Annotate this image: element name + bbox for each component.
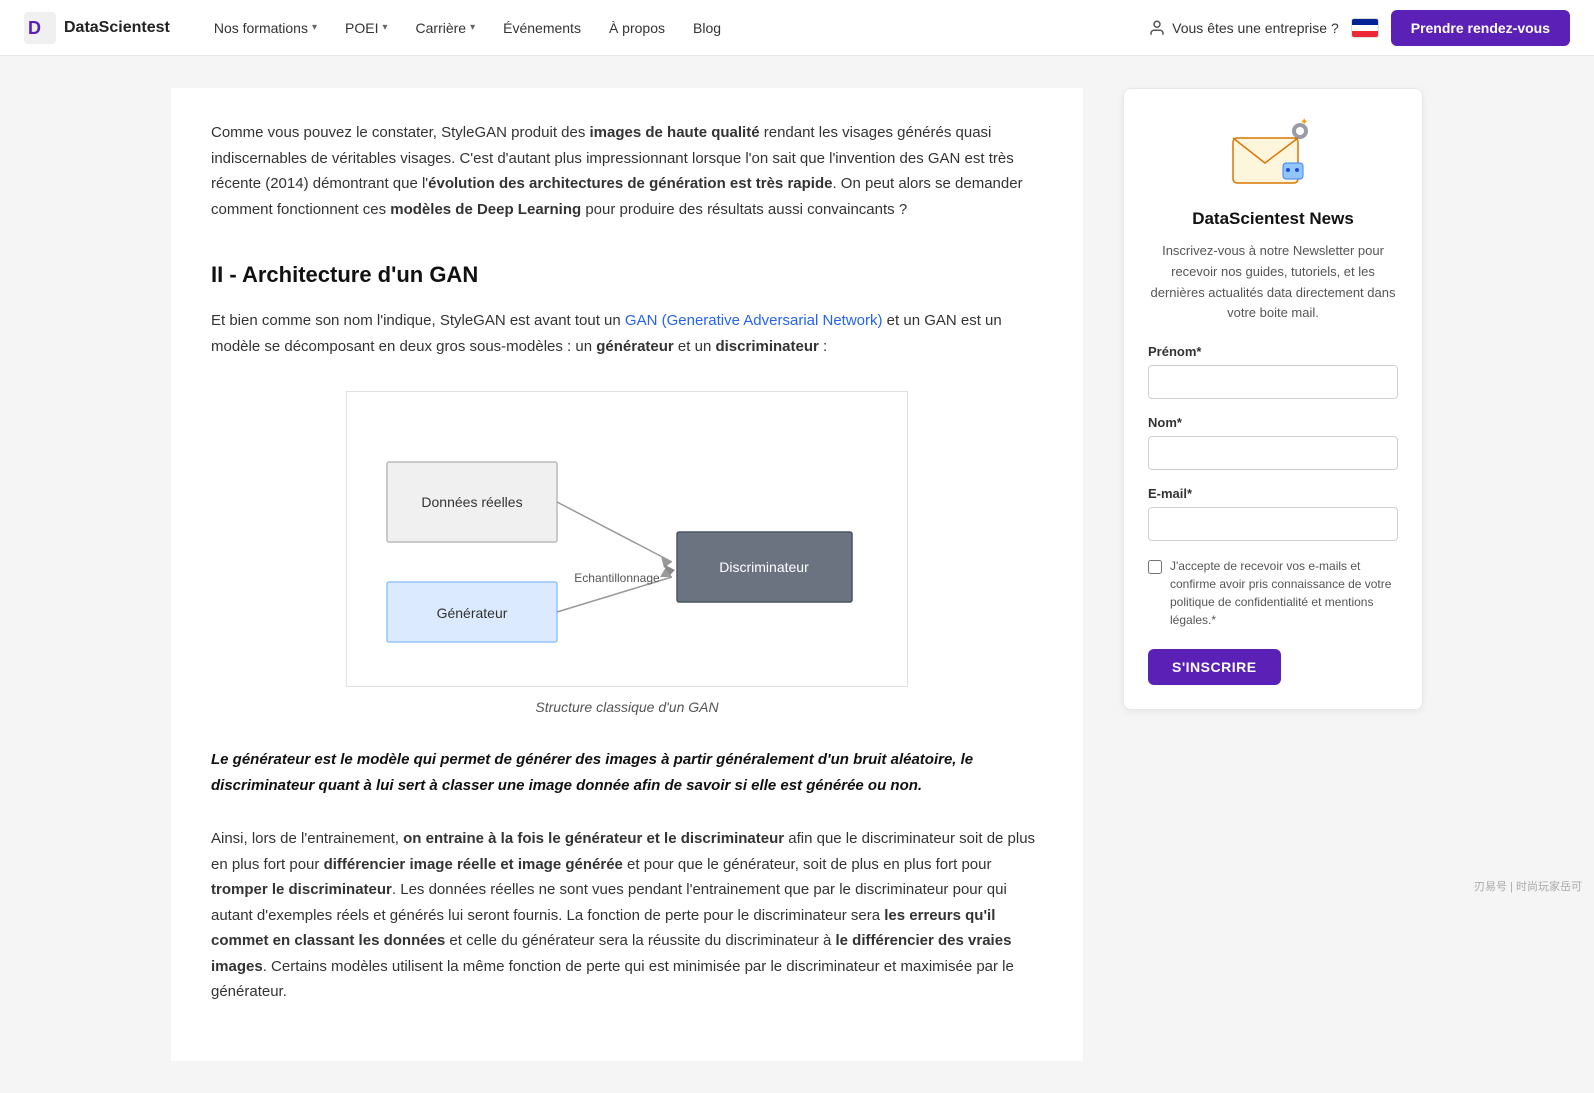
chevron-down-icon: ▾: [312, 22, 317, 33]
logo[interactable]: D DataScientest: [24, 12, 170, 44]
conclusion-paragraph: Ainsi, lors de l'entrainement, on entrai…: [211, 826, 1043, 1005]
intro-paragraph: Comme vous pouvez le constater, StyleGAN…: [211, 120, 1043, 222]
section-paragraph: Et bien comme son nom l'indique, StyleGA…: [211, 308, 1043, 359]
main-content: Comme vous pouvez le constater, StyleGAN…: [171, 88, 1083, 1061]
nav-item-formations-label: Nos formations: [214, 20, 308, 36]
consent-label: J'accepte de recevoir vos e-mails et con…: [1170, 557, 1398, 629]
page-layout: Comme vous pouvez le constater, StyleGAN…: [147, 56, 1447, 1093]
nav-item-apropos-label: À propos: [609, 20, 665, 36]
logo-text: DataScientest: [64, 19, 170, 37]
newsletter-description: Inscrivez-vous à notre Newsletter pour r…: [1148, 241, 1398, 324]
enterprise-label: Vous êtes une entreprise ?: [1172, 20, 1339, 36]
checkbox-row: J'accepte de recevoir vos e-mails et con…: [1148, 557, 1398, 629]
prenom-field: Prénom*: [1148, 344, 1398, 399]
nav-links: Nos formations ▾ POEI ▾ Carrière ▾ Événe…: [202, 12, 1148, 44]
nav-right: Vous êtes une entreprise ? Prendre rende…: [1148, 10, 1570, 46]
nav-item-blog[interactable]: Blog: [681, 12, 733, 44]
navbar: D DataScientest Nos formations ▾ POEI ▾ …: [0, 0, 1594, 56]
svg-text:✦: ✦: [1300, 117, 1308, 128]
nav-item-blog-label: Blog: [693, 20, 721, 36]
nav-item-evenements-label: Événements: [503, 20, 581, 36]
gan-link[interactable]: GAN (Generative Adversarial Network): [625, 312, 883, 329]
newsletter-icon: ✦: [1228, 113, 1318, 193]
svg-text:Discriminateur: Discriminateur: [719, 559, 809, 575]
svg-text:D: D: [28, 18, 41, 38]
nav-item-carriere-label: Carrière: [416, 20, 467, 36]
nav-item-formations[interactable]: Nos formations ▾: [202, 12, 329, 44]
watermark: 刃易号 | 时尚玩家岳可: [1474, 878, 1582, 894]
enterprise-icon: [1148, 19, 1166, 37]
blockquote: Le générateur est le modèle qui permet d…: [211, 747, 1043, 798]
diagram-wrapper: Données réelles Générateur Discriminateu…: [346, 391, 908, 687]
email-label: E-mail*: [1148, 486, 1398, 501]
nom-input[interactable]: [1148, 436, 1398, 470]
nav-item-poei[interactable]: POEI ▾: [333, 12, 400, 44]
subscribe-button[interactable]: S'INSCRIRE: [1148, 649, 1281, 685]
nav-item-poei-label: POEI: [345, 20, 378, 36]
nom-label: Nom*: [1148, 415, 1398, 430]
nav-item-evenements[interactable]: Événements: [491, 12, 593, 44]
diagram-caption: Structure classique d'un GAN: [535, 699, 718, 715]
newsletter-title: DataScientest News: [1148, 209, 1398, 229]
cta-button[interactable]: Prendre rendez-vous: [1391, 10, 1570, 46]
diagram-container: Données réelles Générateur Discriminateu…: [211, 391, 1043, 715]
consent-checkbox[interactable]: [1148, 560, 1162, 574]
nav-item-apropos[interactable]: À propos: [597, 12, 677, 44]
sidebar: ✦ DataScientest News Inscrivez-vous à no…: [1123, 88, 1423, 710]
section-heading: II - Architecture d'un GAN: [211, 262, 1043, 288]
svg-text:Echantillonnage: Echantillonnage: [574, 571, 660, 585]
nav-item-carriere[interactable]: Carrière ▾: [404, 12, 488, 44]
enterprise-link[interactable]: Vous êtes une entreprise ?: [1148, 19, 1339, 37]
chevron-down-icon: ▾: [470, 22, 475, 33]
svg-text:Générateur: Générateur: [437, 605, 508, 621]
email-input[interactable]: [1148, 507, 1398, 541]
newsletter-card: ✦ DataScientest News Inscrivez-vous à no…: [1123, 88, 1423, 710]
flag-red: [1352, 31, 1378, 37]
email-field: E-mail*: [1148, 486, 1398, 541]
french-flag[interactable]: [1351, 18, 1379, 38]
prenom-input[interactable]: [1148, 365, 1398, 399]
svg-text:Données réelles: Données réelles: [421, 494, 522, 510]
chevron-down-icon: ▾: [382, 22, 387, 33]
newsletter-icon-wrapper: ✦: [1148, 113, 1398, 193]
logo-icon: D: [24, 12, 56, 44]
gan-diagram: Données réelles Générateur Discriminateu…: [367, 412, 887, 662]
prenom-label: Prénom*: [1148, 344, 1398, 359]
nom-field: Nom*: [1148, 415, 1398, 470]
